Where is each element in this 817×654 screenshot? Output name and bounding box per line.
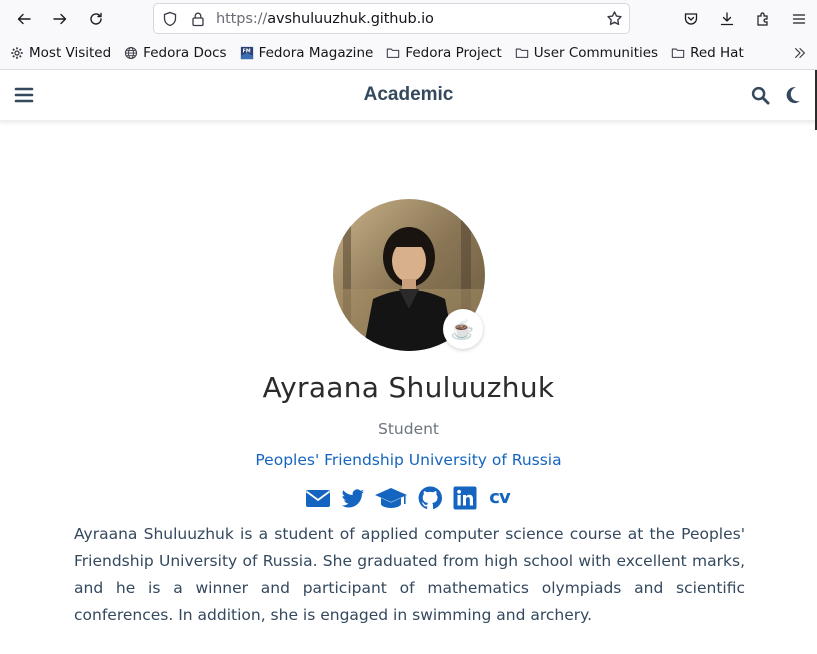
gear-icon	[11, 47, 23, 59]
forward-button[interactable]	[42, 0, 78, 37]
fedora-magazine-icon: FM	[240, 46, 253, 60]
bookmark-red-hat[interactable]: Red Hat	[671, 45, 744, 61]
cv-link[interactable]: cv	[486, 484, 513, 511]
globe-icon	[125, 46, 138, 60]
linkedin-icon[interactable]	[451, 484, 478, 511]
search-icon[interactable]	[751, 86, 770, 105]
puzzle-icon	[757, 11, 768, 26]
chevron-double-right-icon[interactable]	[793, 46, 807, 64]
menu-button[interactable]	[781, 0, 817, 37]
profile-name: Ayraana Shuluuzhuk	[262, 371, 555, 404]
envelope-icon[interactable]	[304, 484, 331, 511]
bookmark-label: Fedora Magazine	[258, 45, 374, 61]
downloads-button[interactable]	[709, 0, 745, 37]
bookmark-fedora-docs[interactable]: Fedora Docs	[124, 45, 227, 61]
site-navbar: Academic	[0, 70, 817, 121]
folder-icon	[515, 48, 528, 58]
bookmarks-toolbar: Most Visited Fedora Docs FM Fedora Magaz…	[0, 37, 817, 70]
bookmark-fedora-project[interactable]: Fedora Project	[386, 45, 502, 61]
arrow-left-icon	[17, 13, 31, 24]
bookmark-label: Red Hat	[690, 45, 744, 61]
social-links: cv	[0, 484, 817, 511]
bookmark-label: Fedora Project	[405, 45, 502, 61]
site-title[interactable]: Academic	[0, 84, 817, 106]
bookmark-label: Most Visited	[29, 45, 112, 61]
arrow-right-icon	[53, 13, 67, 24]
graduation-cap-icon[interactable]	[374, 484, 408, 511]
bookmark-label: Fedora Docs	[143, 45, 227, 61]
url-protocol: https://	[216, 10, 268, 27]
pocket-button[interactable]	[673, 0, 709, 37]
svg-text:FM: FM	[242, 49, 250, 55]
lock-icon[interactable]	[184, 11, 212, 27]
pocket-icon	[684, 12, 698, 25]
url-text[interactable]: https://avshuluuzhuk.github.io	[216, 11, 599, 27]
avatar-wrapper: ☕️	[332, 199, 485, 351]
bookmark-user-communities[interactable]: User Communities	[515, 45, 658, 61]
bookmark-fedora-magazine[interactable]: FM Fedora Magazine	[240, 45, 374, 61]
bookmark-label: User Communities	[533, 45, 659, 61]
twitter-icon[interactable]	[339, 484, 366, 511]
back-button[interactable]	[6, 0, 42, 37]
profile-bio: Ayraana Shuluuzhuk is a student of appli…	[74, 525, 745, 624]
moon-icon[interactable]	[785, 86, 801, 104]
browser-toolbar: https://avshuluuzhuk.github.io	[0, 0, 817, 37]
extensions-button[interactable]	[745, 0, 781, 37]
folder-icon	[387, 48, 400, 58]
bookmark-star-icon[interactable]	[599, 10, 629, 27]
download-icon	[720, 11, 734, 25]
profile-role: Student	[377, 420, 440, 438]
reload-button[interactable]	[78, 0, 114, 37]
status-emoji: ☕️	[442, 309, 483, 349]
shield-icon[interactable]	[156, 11, 184, 27]
reload-icon	[90, 12, 102, 25]
github-icon[interactable]	[416, 484, 443, 511]
bookmark-most-visited[interactable]: Most Visited	[10, 45, 111, 61]
url-bar[interactable]: https://avshuluuzhuk.github.io	[153, 3, 630, 34]
profile-organization-link[interactable]: Peoples' Friendship University of Russia	[0, 451, 817, 469]
url-host: avshuluuzhuk.github.io	[267, 10, 434, 27]
hamburger-icon	[792, 13, 806, 24]
profile-section: ☕️ Ayraana Shuluuzhuk Student Peoples' F…	[0, 199, 817, 511]
folder-icon	[671, 48, 685, 58]
